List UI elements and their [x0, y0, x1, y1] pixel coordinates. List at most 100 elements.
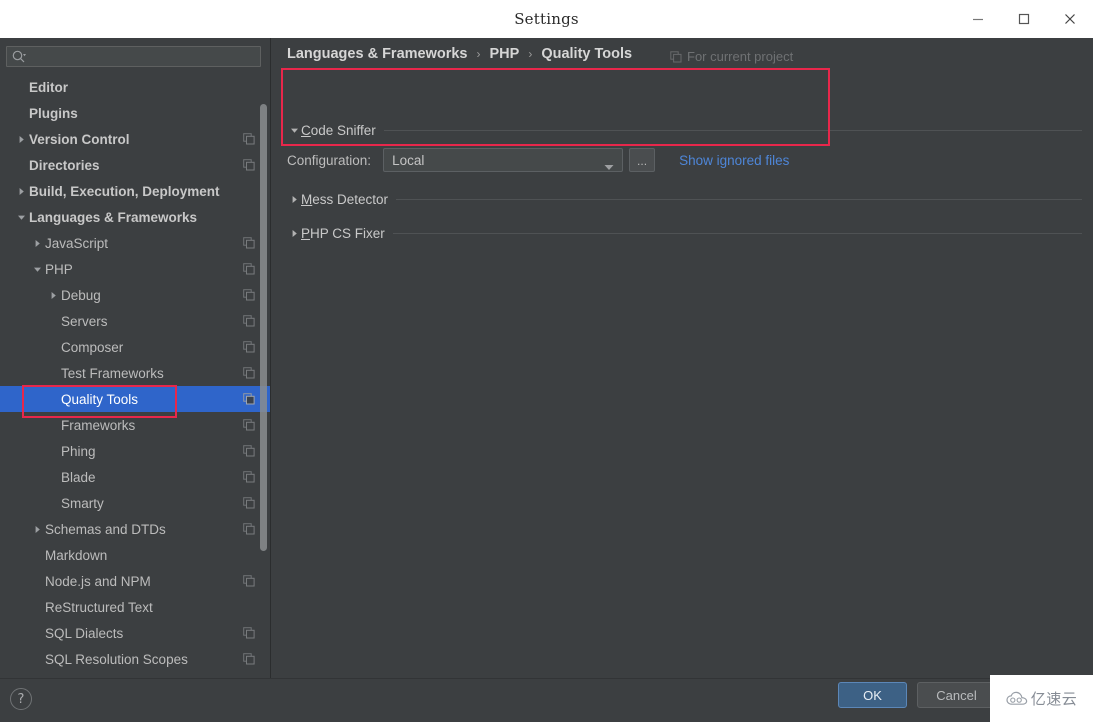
sidebar-item-label: Phing: [61, 443, 96, 459]
sidebar-item-label: JavaScript: [45, 235, 109, 251]
cloud-logo-icon: [1006, 691, 1027, 705]
sidebar-item-label: PHP: [45, 261, 73, 277]
watermark-text: 亿速云: [1030, 690, 1078, 708]
copy-icon: [243, 627, 255, 639]
copy-icon: [243, 341, 255, 353]
sidebar-item-restructured-text[interactable]: ReStructured Text: [0, 594, 270, 620]
chevron-right-icon[interactable]: [46, 282, 61, 308]
search-input[interactable]: [6, 46, 261, 67]
copy-icon: [243, 159, 255, 171]
sidebar-item-javascript[interactable]: JavaScript: [0, 230, 270, 256]
chevron-down-icon[interactable]: [30, 256, 45, 282]
sidebar-item-label: Languages & Frameworks: [29, 209, 198, 225]
chevron-right-icon[interactable]: [30, 230, 45, 256]
sidebar-item-schemas-and-dtds[interactable]: Schemas and DTDs: [0, 516, 270, 542]
sidebar-item-composer[interactable]: Composer: [0, 334, 270, 360]
sidebar-item-label: Node.js and NPM: [45, 573, 151, 589]
copy-icon: [670, 50, 682, 62]
cancel-button[interactable]: Cancel: [917, 682, 996, 708]
copy-icon: [243, 237, 255, 249]
window-title: Settings: [514, 10, 579, 28]
help-button[interactable]: ?: [10, 688, 32, 710]
chevron-down-icon[interactable]: [14, 204, 29, 230]
configuration-row: Configuration: Local ... Show ignored fi…: [287, 148, 789, 172]
ok-button[interactable]: OK: [838, 682, 907, 708]
search-field[interactable]: [6, 46, 261, 67]
settings-sidebar: Editor Plugins Version Control Directories B…: [0, 38, 271, 678]
chevron-down-icon[interactable]: [287, 123, 301, 137]
copy-icon: [243, 133, 255, 145]
chevron-down-icon[interactable]: [604, 158, 614, 176]
close-icon[interactable]: [1047, 0, 1093, 38]
section-mess-detector: Mess Detector: [287, 190, 1082, 208]
browse-button[interactable]: ...: [629, 148, 656, 172]
section-php-cs-fixer: PHP CS Fixer: [287, 224, 1082, 242]
section-title-rest-php-cs-fixer: HP CS Fixer: [310, 225, 385, 241]
sidebar-item-blade[interactable]: Blade: [0, 464, 270, 490]
sidebar-item-test-frameworks[interactable]: Test Frameworks: [0, 360, 270, 386]
sidebar-item-label: Markdown: [45, 547, 108, 563]
sidebar-item-php[interactable]: PHP: [0, 256, 270, 282]
sidebar-item-label: Servers: [61, 313, 108, 329]
sidebar-item-smarty[interactable]: Smarty: [0, 490, 270, 516]
sidebar-item-phing[interactable]: Phing: [0, 438, 270, 464]
sidebar-item-build-execution-deployment[interactable]: Build, Execution, Deployment: [0, 178, 270, 204]
title-bar: Settings: [0, 0, 1093, 38]
sidebar-item-sql-dialects[interactable]: SQL Dialects: [0, 620, 270, 646]
section-header-php-cs-fixer[interactable]: PHP CS Fixer: [287, 224, 1082, 242]
sidebar-item-version-control[interactable]: Version Control: [0, 126, 270, 152]
show-ignored-files-link[interactable]: Show ignored files: [679, 153, 789, 168]
breadcrumb-separator-0: ›: [476, 47, 481, 61]
sidebar-item-node-js-and-npm[interactable]: Node.js and NPM: [0, 568, 270, 594]
breadcrumb-item-1[interactable]: PHP: [490, 46, 520, 62]
section-mnemonic-code-sniffer: C: [301, 122, 311, 138]
sidebar-item-label: Version Control: [29, 131, 130, 147]
breadcrumb-item-2: Quality Tools: [541, 46, 633, 62]
sidebar-item-label: Smarty: [61, 495, 104, 511]
for-current-project-label: For current project: [687, 49, 794, 64]
window-controls: [955, 0, 1093, 38]
section-rule: [383, 129, 1082, 131]
sidebar-item-label: Editor: [29, 79, 68, 95]
breadcrumb: Languages & Frameworks › PHP › Quality T…: [287, 46, 632, 62]
chevron-right-icon[interactable]: [287, 192, 301, 206]
settings-content-panel: Languages & Frameworks › PHP › Quality T…: [272, 38, 1093, 678]
section-rule: [392, 232, 1082, 234]
sidebar-item-sql-resolution-scopes[interactable]: SQL Resolution Scopes: [0, 646, 270, 672]
chevron-right-icon[interactable]: [287, 226, 301, 240]
chevron-right-icon[interactable]: [14, 178, 29, 204]
sidebar-item-servers[interactable]: Servers: [0, 308, 270, 334]
breadcrumb-item-0[interactable]: Languages & Frameworks: [287, 46, 468, 62]
sidebar-scrollbar[interactable]: [260, 104, 267, 551]
sidebar-item-languages-frameworks[interactable]: Languages & Frameworks: [0, 204, 270, 230]
sidebar-item-editor[interactable]: Editor: [0, 74, 270, 100]
sidebar-item-directories[interactable]: Directories: [0, 152, 270, 178]
sidebar-item-plugins[interactable]: Plugins: [0, 100, 270, 126]
settings-dialog: Settings Editor Plugins Version Control Dir…: [0, 0, 1093, 722]
copy-icon: [243, 471, 255, 483]
section-header-mess-detector[interactable]: Mess Detector: [287, 190, 1082, 208]
section-header-code-sniffer[interactable]: Code Sniffer: [287, 121, 1082, 139]
sidebar-item-markdown[interactable]: Markdown: [0, 542, 270, 568]
settings-tree[interactable]: Editor Plugins Version Control Directories B…: [0, 74, 270, 678]
watermark-inner: 亿速云: [1006, 688, 1078, 709]
sidebar-item-debug[interactable]: Debug: [0, 282, 270, 308]
section-rule: [396, 198, 1082, 200]
copy-icon: [243, 367, 255, 379]
maximize-icon[interactable]: [1001, 0, 1047, 38]
chevron-right-icon[interactable]: [30, 516, 45, 542]
section-title-code-sniffer: Code Sniffer: [301, 123, 376, 138]
sidebar-item-label: Test Frameworks: [61, 365, 164, 381]
sidebar-item-quality-tools[interactable]: Quality Tools: [0, 386, 270, 412]
minimize-icon[interactable]: [955, 0, 1001, 38]
sidebar-item-frameworks[interactable]: Frameworks: [0, 412, 270, 438]
for-current-project-hint: For current project: [670, 49, 793, 64]
configuration-dropdown[interactable]: Local: [383, 148, 624, 172]
chevron-right-icon[interactable]: [14, 126, 29, 152]
